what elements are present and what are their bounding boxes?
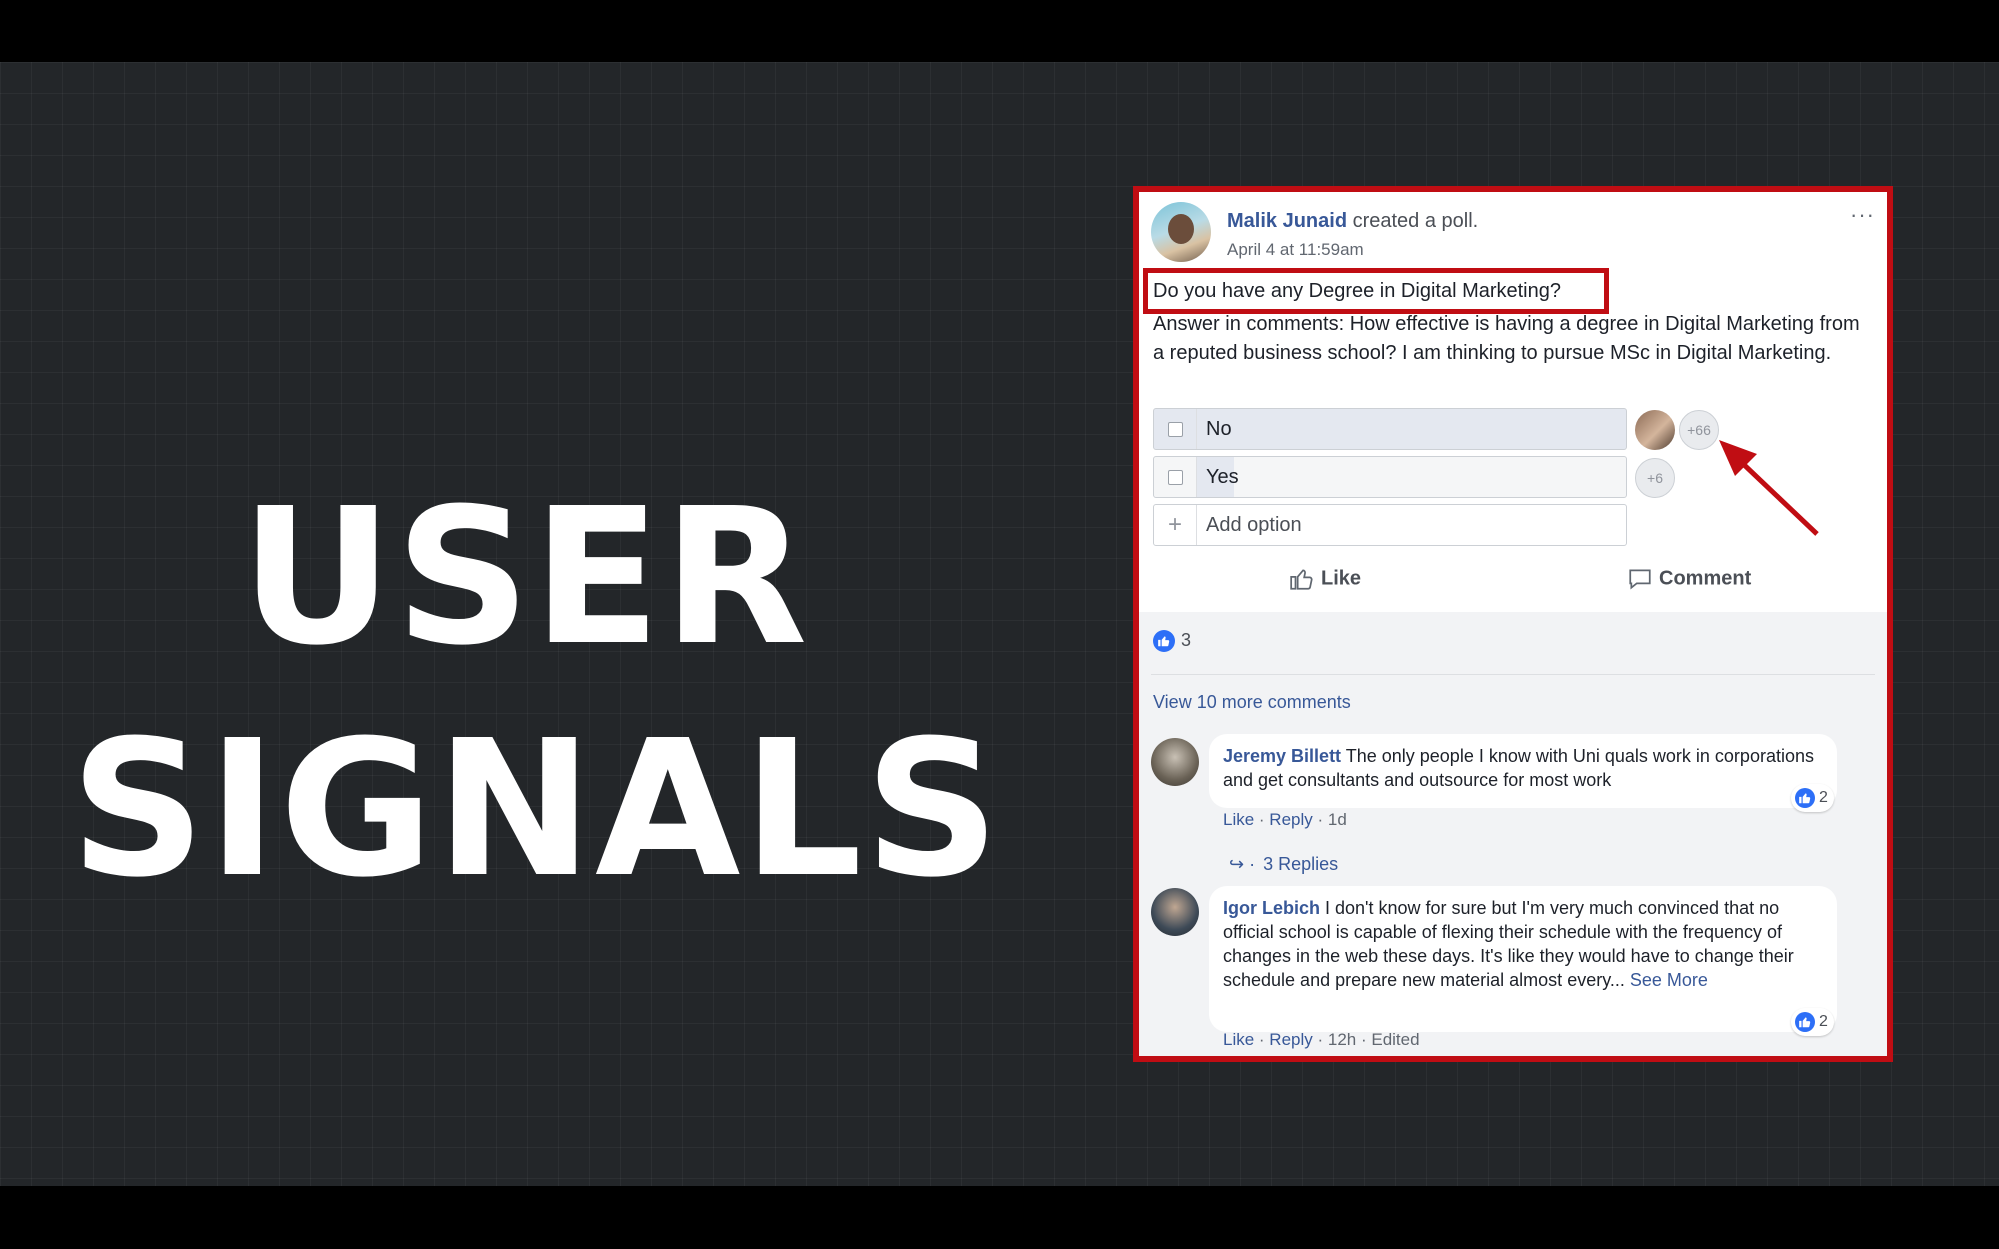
comment-reply-link[interactable]: Reply [1269, 1030, 1312, 1049]
checkbox-icon[interactable] [1154, 457, 1197, 497]
author-name-link[interactable]: Malik Junaid [1227, 210, 1347, 232]
facebook-post-screenshot: Malik Junaid created a poll. April 4 at … [1133, 186, 1893, 1062]
thumbs-up-icon [1290, 569, 1313, 590]
like-reaction-icon [1795, 787, 1815, 808]
comment-reaction-count: 2 [1819, 789, 1828, 806]
view-replies-link[interactable]: ↪ · 3 Replies [1229, 854, 1338, 875]
see-more-link[interactable]: See More [1625, 970, 1708, 990]
comment-reaction-badge[interactable]: 2 [1791, 784, 1834, 812]
voter-avatar[interactable] [1635, 410, 1675, 450]
comment-reply-link[interactable]: Reply [1269, 810, 1312, 829]
slide-headline: USER SIGNALS [70, 462, 1002, 926]
comment-label: Comment [1659, 567, 1752, 590]
commenter-name-link[interactable]: Igor Lebich [1223, 898, 1320, 918]
poll-option-label: Yes [1206, 466, 1239, 488]
post-timestamp[interactable]: April 4 at 11:59am [1227, 240, 1364, 260]
post-body-text: Answer in comments: How effective is hav… [1153, 313, 1860, 364]
section-divider [1151, 674, 1875, 675]
comment-meta: Like · Reply · 12h · Edited [1223, 1030, 1420, 1049]
comment-button[interactable]: Comment [1627, 566, 1751, 592]
like-reaction-icon [1795, 1011, 1815, 1032]
comment-bubble: Igor Lebich I don't know for sure but I'… [1209, 886, 1837, 1032]
comment-age[interactable]: 12h [1328, 1030, 1356, 1049]
headline-line-2: SIGNALS [70, 700, 1002, 919]
commenter-avatar[interactable] [1151, 738, 1199, 786]
poll-option-no[interactable]: No [1153, 408, 1627, 450]
voter-count-badge[interactable]: +66 [1679, 410, 1719, 450]
question-highlight-box [1143, 268, 1609, 314]
view-more-comments-link[interactable]: View 10 more comments [1153, 692, 1351, 713]
voter-count-badge[interactable]: +6 [1635, 458, 1675, 498]
poll-option-label: No [1206, 418, 1232, 440]
edited-label[interactable]: Edited [1371, 1030, 1419, 1049]
checkbox-icon[interactable] [1154, 409, 1197, 449]
comments-section: 3 View 10 more comments Jeremy Billett T… [1139, 612, 1887, 1056]
headline-line-1: USER [240, 468, 810, 687]
comment-icon [1629, 569, 1651, 590]
comment-bubble: Jeremy Billett The only people I know wi… [1209, 734, 1837, 808]
more-options-icon[interactable]: ··· [1850, 202, 1875, 228]
like-label: Like [1321, 567, 1362, 590]
commenter-avatar[interactable] [1151, 888, 1199, 936]
facebook-post: Malik Junaid created a poll. April 4 at … [1139, 192, 1887, 1056]
poll-option-yes[interactable]: Yes [1153, 456, 1627, 498]
add-option-input[interactable]: + Add option [1153, 504, 1627, 546]
plus-icon: + [1154, 505, 1197, 545]
commenter-name-link[interactable]: Jeremy Billett [1223, 746, 1341, 766]
post-author-line: Malik Junaid created a poll. [1227, 210, 1478, 233]
reaction-summary[interactable]: 3 [1153, 630, 1192, 653]
comment-like-link[interactable]: Like [1223, 1030, 1254, 1049]
add-option-placeholder: Add option [1206, 514, 1302, 536]
comment-reaction-count: 2 [1819, 1013, 1828, 1030]
author-avatar[interactable] [1151, 202, 1211, 262]
comment-age[interactable]: 1d [1328, 810, 1347, 829]
like-reaction-icon [1153, 630, 1175, 653]
reaction-count: 3 [1181, 630, 1192, 650]
like-button[interactable]: Like [1289, 566, 1361, 592]
comment-meta: Like · Reply · 1d [1223, 810, 1347, 829]
reply-arrow-icon: ↪ · [1229, 854, 1256, 874]
comment-reaction-badge[interactable]: 2 [1791, 1008, 1834, 1036]
replies-label: 3 Replies [1263, 854, 1339, 874]
comment-like-link[interactable]: Like [1223, 810, 1254, 829]
post-action-text: created a poll. [1347, 210, 1479, 232]
